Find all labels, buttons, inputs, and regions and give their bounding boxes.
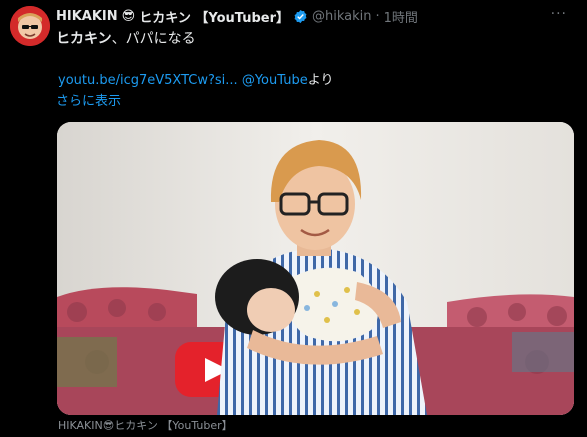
avatar[interactable] [10,6,50,46]
post-text-rest: 、パパになる [111,31,196,47]
caption-name-suffix: ヒカキン 【YouTuber】 [114,419,233,432]
sunglasses-emoji-icon: 😎 [121,8,136,24]
post-text-bold: ヒカキン [56,31,112,47]
youtube-mention[interactable]: @YouTube [242,73,308,88]
author-name[interactable]: HIKAKIN [56,9,118,24]
media-image[interactable] [57,122,574,415]
youtube-link[interactable]: youtu.be/icg7eV5XTCw?si... [58,73,238,88]
tweet[interactable]: HIKAKIN 😎 ヒカキン 【YouTuber】 @hikakin · 1時間 ·… [0,0,587,437]
caption-name: HIKAKIN [58,419,103,432]
media-caption: HIKAKIN😎ヒカキン 【YouTuber】 [58,417,233,433]
verified-badge-icon [293,9,308,24]
tweet-header: HIKAKIN 😎 ヒカキン 【YouTuber】 @hikakin · 1時間 [56,6,567,26]
post-link-line: youtu.be/icg7eV5XTCw?si... @YouTubeより [58,69,333,88]
show-more-link[interactable]: さらに表示 [56,90,121,109]
author-name-suffix[interactable]: ヒカキン 【YouTuber】 [139,7,289,26]
post-text: ヒカキン、パパになる [56,28,196,48]
separator-dot: · [375,8,380,24]
link-suffix: より [307,73,334,88]
more-options-icon[interactable]: ··· [551,6,567,22]
post-time[interactable]: 1時間 [384,7,418,26]
author-handle[interactable]: @hikakin [312,9,372,24]
caption-sunglasses-emoji-icon: 😎 [102,419,115,432]
